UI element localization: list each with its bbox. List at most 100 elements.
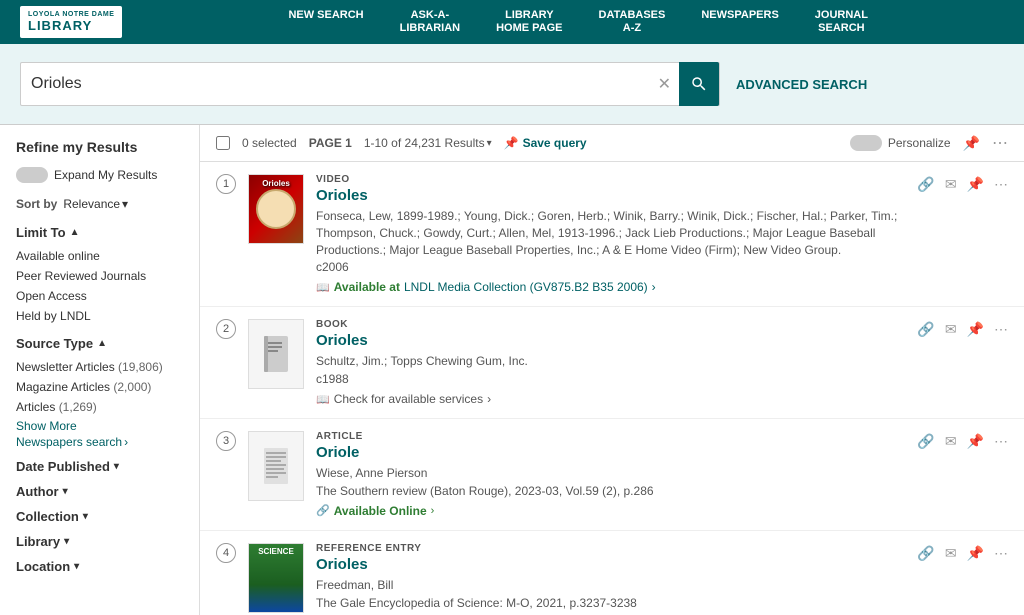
nav-databases[interactable]: DATABASES A-Z — [581, 9, 684, 35]
filter-magazine[interactable]: Magazine Articles (2,000) — [16, 377, 183, 397]
pin-icon: 📌 — [504, 136, 519, 150]
select-all-checkbox[interactable] — [216, 136, 230, 150]
sort-select[interactable]: Relevance ▾ — [63, 197, 128, 211]
result-thumb-3 — [248, 431, 304, 501]
check-services-link-2[interactable]: Check for available services — [334, 392, 483, 406]
source-type-caret-icon[interactable]: ▲ — [97, 338, 107, 349]
result-title-2[interactable]: Orioles — [316, 332, 905, 349]
date-published-section[interactable]: Date Published ▾ — [16, 459, 183, 474]
pin-icon-2[interactable]: 📌 — [967, 321, 984, 338]
result-authors-4: Freedman, Bill — [316, 577, 905, 594]
link-icon-4[interactable]: 🔗 — [917, 545, 934, 562]
result-type-2: BOOK — [316, 319, 905, 330]
collection-section[interactable]: Collection ▾ — [16, 509, 183, 524]
article-placeholder-icon — [260, 446, 292, 486]
filter-open-access[interactable]: Open Access — [16, 286, 183, 306]
more-icon-3[interactable]: ⋯ — [994, 433, 1008, 450]
result-actions-2: 🔗 ✉ 📌 ⋯ — [917, 319, 1008, 406]
result-authors-3: Wiese, Anne Pierson — [316, 465, 905, 482]
expand-toggle: Expand My Results — [16, 167, 183, 183]
online-arrow-icon-3: › — [431, 505, 435, 517]
expand-results-label: Expand My Results — [54, 168, 157, 182]
thumb-4-label: SCIENCE — [252, 547, 300, 556]
filter-newsletter[interactable]: Newsletter Articles (19,806) — [16, 357, 183, 377]
result-body-2: BOOK Orioles Schultz, Jim.; Topps Chewin… — [316, 319, 905, 406]
search-area: ✕ ADVANCED SEARCH — [0, 44, 1024, 125]
results-count: 1-10 of 24,231 Results ▾ — [364, 136, 492, 150]
result-actions-4: 🔗 ✉ 📌 ⋯ — [917, 543, 1008, 615]
location-section[interactable]: Location ▾ — [16, 559, 183, 574]
personalize-label: Personalize — [888, 136, 951, 150]
result-title-4[interactable]: Orioles — [316, 556, 905, 573]
book-placeholder-icon — [260, 334, 292, 374]
more-icon-2[interactable]: ⋯ — [994, 321, 1008, 338]
result-item-3: 3 ARTICLE Oriole Wiese, Anne Pierson — [200, 419, 1024, 531]
result-authors-2: Schultz, Jim.; Topps Chewing Gum, Inc. — [316, 353, 905, 370]
nav-bar: NEW SEARCH ASK-A- LIBRARIAN LIBRARY HOME… — [152, 9, 1004, 35]
link-small-icon: 🔗 — [316, 504, 330, 517]
nav-ask-librarian[interactable]: ASK-A- LIBRARIAN — [382, 9, 479, 35]
filter-articles[interactable]: Articles (1,269) — [16, 397, 183, 417]
result-item-1: 1 Orioles VIDEO Orioles Fonseca, Lew, 18… — [200, 162, 1024, 307]
pin-icon-3[interactable]: 📌 — [967, 433, 984, 450]
result-location-link-1[interactable]: LNDL Media Collection (GV875.B2 B35 2006… — [404, 280, 648, 294]
toolbar-pin-icon[interactable]: 📌 — [963, 135, 980, 152]
clear-search-icon[interactable]: ✕ — [658, 74, 671, 94]
email-icon-2[interactable]: ✉ — [945, 321, 957, 338]
more-icon-4[interactable]: ⋯ — [994, 545, 1008, 562]
filter-available-online[interactable]: Available online — [16, 246, 183, 266]
result-body-4: REFERENCE ENTRY Orioles Freedman, Bill T… — [316, 543, 905, 615]
author-caret-icon: ▾ — [63, 486, 68, 497]
link-icon-3[interactable]: 🔗 — [917, 433, 934, 450]
result-title-3[interactable]: Oriole — [316, 444, 905, 461]
result-authors-1: Fonseca, Lew, 1899-1989.; Young, Dick.; … — [316, 208, 905, 258]
pin-icon-4[interactable]: 📌 — [967, 545, 984, 562]
filter-held-by-lndl[interactable]: Held by LNDL — [16, 306, 183, 326]
result-item-2: 2 BOOK Orioles Schultz, Jim.; Topps Chew… — [200, 307, 1024, 419]
filter-peer-reviewed[interactable]: Peer Reviewed Journals — [16, 266, 183, 286]
logo[interactable]: LOYOLA NOTRE DAME LIBRARY — [20, 6, 122, 38]
sidebar: Refine my Results Expand My Results Sort… — [0, 125, 200, 615]
search-button[interactable] — [679, 62, 719, 106]
result-num-3: 3 — [216, 431, 236, 451]
limit-to-caret-icon[interactable]: ▲ — [70, 227, 80, 238]
collection-caret-icon: ▾ — [83, 511, 88, 522]
search-input[interactable] — [31, 75, 658, 93]
search-icon — [690, 75, 708, 93]
advanced-search-link[interactable]: ADVANCED SEARCH — [736, 77, 867, 92]
result-num-4: 4 — [216, 543, 236, 563]
check-arrow-icon: › — [487, 392, 491, 406]
library-section[interactable]: Library ▾ — [16, 534, 183, 549]
location-arrow-icon: › — [652, 280, 656, 294]
link-icon-2[interactable]: 🔗 — [917, 321, 934, 338]
result-title-1[interactable]: Orioles — [316, 187, 905, 204]
link-icon-1[interactable]: 🔗 — [917, 176, 934, 193]
author-section[interactable]: Author ▾ — [16, 484, 183, 499]
expand-results-toggle[interactable] — [16, 167, 48, 183]
personalize-toggle[interactable] — [850, 135, 882, 151]
results-count-chevron-icon[interactable]: ▾ — [487, 138, 492, 149]
result-date-4: The Gale Encyclopedia of Science: M-O, 2… — [316, 596, 905, 610]
nav-new-search[interactable]: NEW SEARCH — [270, 9, 381, 35]
result-num-1: 1 — [216, 174, 236, 194]
result-actions-3: 🔗 ✉ 📌 ⋯ — [917, 431, 1008, 518]
main-content: Refine my Results Expand My Results Sort… — [0, 125, 1024, 615]
nav-library-home[interactable]: LIBRARY HOME PAGE — [478, 9, 580, 35]
result-type-4: REFERENCE ENTRY — [316, 543, 905, 554]
email-icon-3[interactable]: ✉ — [945, 433, 957, 450]
result-thumb-1: Orioles — [248, 174, 304, 244]
pin-icon-1[interactable]: 📌 — [967, 176, 984, 193]
save-query-button[interactable]: 📌 Save query — [504, 136, 587, 150]
email-icon-1[interactable]: ✉ — [945, 176, 957, 193]
results-area: 0 selected PAGE 1 1-10 of 24,231 Results… — [200, 125, 1024, 615]
show-more-link[interactable]: Show More — [16, 419, 183, 433]
personalize-row: Personalize — [850, 135, 951, 151]
nav-newspapers[interactable]: NEWSPAPERS — [683, 9, 796, 35]
source-type-section: Source Type ▲ — [16, 336, 183, 351]
nav-journal-search[interactable]: JOURNAL SEARCH — [797, 9, 886, 35]
newspapers-search-link[interactable]: Newspapers search › — [16, 435, 183, 449]
result-type-3: ARTICLE — [316, 431, 905, 442]
toolbar-more-icon[interactable]: ⋯ — [992, 133, 1008, 153]
email-icon-4[interactable]: ✉ — [945, 545, 957, 562]
more-icon-1[interactable]: ⋯ — [994, 176, 1008, 193]
